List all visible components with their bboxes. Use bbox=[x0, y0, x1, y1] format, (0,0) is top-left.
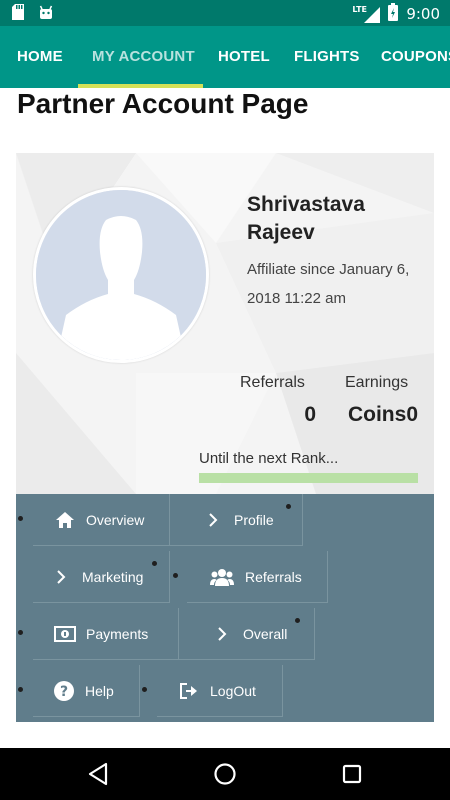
svg-text:?: ? bbox=[60, 684, 68, 700]
rank-progress-bar bbox=[199, 473, 418, 483]
chevron-right-icon bbox=[211, 623, 233, 645]
avatar-placeholder-icon bbox=[36, 190, 206, 360]
payments-button[interactable]: Payments bbox=[33, 608, 179, 660]
marketing-label: Marketing bbox=[82, 568, 144, 585]
referrals-label: Referrals bbox=[240, 374, 305, 391]
overview-button[interactable]: Overview bbox=[33, 494, 170, 546]
list-bullet bbox=[18, 516, 23, 521]
chevron-right-icon bbox=[50, 566, 72, 588]
rank-label: Until the next Rank... bbox=[199, 450, 339, 467]
affiliate-since: Affiliate since January 6, 2018 11:22 am bbox=[247, 261, 410, 307]
referrals-value: 0 bbox=[304, 403, 316, 426]
list-bullet bbox=[18, 687, 23, 692]
marketing-button[interactable]: Marketing bbox=[33, 551, 170, 603]
earnings-value: Coins0 bbox=[347, 403, 418, 426]
avatar[interactable] bbox=[33, 187, 209, 363]
list-bullet bbox=[173, 573, 178, 578]
battery-icon bbox=[388, 3, 399, 25]
logout-button[interactable]: LogOut bbox=[157, 665, 283, 717]
logout-label: LogOut bbox=[210, 682, 256, 699]
profile-card: Shrivastava Rajeev Affiliate since Janua… bbox=[16, 153, 434, 494]
account-menu: Overview Profile Marketing Referrals Pay… bbox=[16, 494, 434, 722]
logout-icon bbox=[178, 680, 200, 702]
referrals-button[interactable]: Referrals bbox=[187, 551, 328, 603]
group-icon bbox=[209, 566, 235, 588]
tab-flights[interactable]: FLIGHTS bbox=[294, 26, 360, 88]
referrals-menu-label: Referrals bbox=[245, 568, 302, 585]
list-bullet bbox=[18, 630, 23, 635]
overview-label: Overview bbox=[86, 511, 145, 528]
tab-bar: HOME MY ACCOUNT HOTEL FLIGHTS COUPONS bbox=[0, 26, 450, 88]
list-bullet bbox=[142, 687, 147, 692]
help-icon: ? bbox=[53, 680, 75, 702]
earnings-label: Earnings bbox=[345, 374, 409, 391]
page-title: Partner Account Page bbox=[17, 88, 309, 119]
user-name: Shrivastava Rajeev bbox=[247, 193, 365, 244]
status-time: 9:00 bbox=[406, 5, 440, 23]
profile-label: Profile bbox=[234, 511, 274, 528]
list-bullet bbox=[295, 618, 300, 623]
android-icon bbox=[38, 4, 54, 25]
list-bullet bbox=[286, 504, 291, 509]
tab-my-account[interactable]: MY ACCOUNT bbox=[92, 26, 195, 88]
tab-hotel[interactable]: HOTEL bbox=[218, 26, 270, 88]
list-bullet bbox=[152, 561, 157, 566]
chevron-right-icon bbox=[202, 509, 224, 531]
profile-button[interactable]: Profile bbox=[170, 494, 303, 546]
tab-home[interactable]: HOME bbox=[17, 26, 63, 88]
payments-label: Payments bbox=[86, 625, 149, 642]
signal-icon: LTE bbox=[352, 5, 381, 23]
help-label: Help bbox=[85, 682, 114, 699]
recents-icon[interactable] bbox=[340, 761, 366, 787]
overall-button[interactable]: Overall bbox=[179, 608, 315, 660]
home-circle-icon[interactable] bbox=[212, 761, 238, 787]
home-icon bbox=[54, 509, 76, 531]
rank-progress-fill bbox=[199, 473, 418, 483]
tab-coupons[interactable]: COUPONS bbox=[381, 26, 450, 88]
sd-card-icon bbox=[12, 4, 24, 25]
money-icon bbox=[54, 623, 76, 645]
system-nav-bar bbox=[0, 748, 450, 800]
help-button[interactable]: ? Help bbox=[33, 665, 140, 717]
status-bar: LTE 9:00 bbox=[0, 0, 450, 26]
overall-label: Overall bbox=[243, 625, 288, 642]
back-icon[interactable] bbox=[86, 761, 112, 787]
